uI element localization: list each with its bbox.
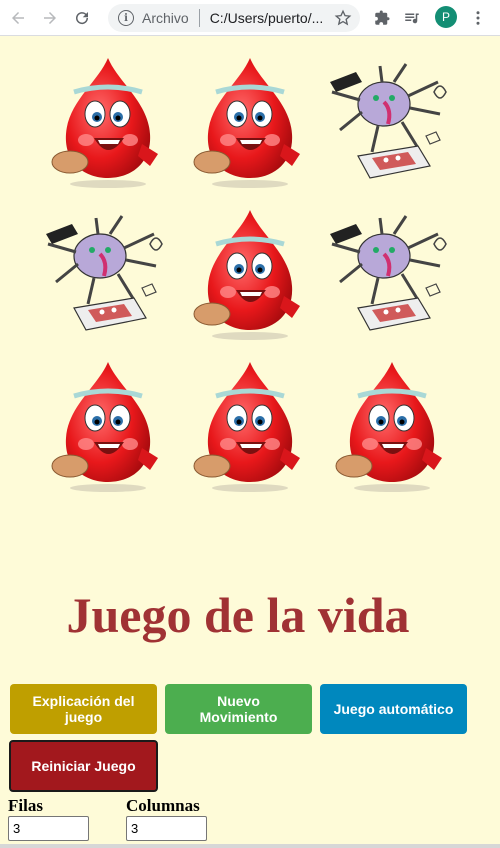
reset-game-button[interactable]: Reiniciar Juego	[9, 740, 158, 792]
columns-label: Columnas	[126, 796, 200, 815]
browser-toolbar: i Archivo C:/Users/puerto/... P	[0, 0, 500, 36]
rows-label: Filas	[8, 796, 43, 815]
omnibox-scheme-label: Archivo	[142, 10, 189, 26]
blood-drop-icon	[38, 52, 176, 192]
forward-arrow-icon[interactable]	[36, 4, 64, 32]
dead-cell[interactable]	[322, 52, 460, 192]
alive-cell[interactable]	[180, 52, 318, 192]
alive-cell[interactable]	[180, 356, 318, 496]
columns-input[interactable]	[126, 816, 207, 841]
extensions-puzzle-icon[interactable]	[372, 8, 392, 28]
rows-input[interactable]	[8, 816, 89, 841]
dead-cell[interactable]	[38, 204, 176, 344]
reload-icon[interactable]	[68, 4, 96, 32]
dead-cell[interactable]	[322, 204, 460, 344]
blood-drop-icon	[180, 204, 318, 344]
dead-virus-icon	[44, 214, 164, 332]
horizontal-scrollbar[interactable]	[0, 844, 500, 848]
page-title: Juego de la vida	[66, 587, 410, 643]
blood-drop-icon	[322, 356, 460, 496]
alive-cell[interactable]	[180, 204, 318, 344]
blood-drop-icon	[180, 52, 318, 192]
explain-game-button[interactable]: Explicación del juego	[10, 684, 157, 734]
blood-drop-icon	[38, 356, 176, 496]
profile-avatar[interactable]: P	[435, 6, 457, 28]
dead-virus-icon	[328, 214, 448, 332]
blood-drop-icon	[180, 356, 318, 496]
more-menu-icon[interactable]	[468, 8, 488, 28]
auto-play-button[interactable]: Juego automático	[320, 684, 467, 734]
address-bar[interactable]: i Archivo C:/Users/puerto/...	[108, 4, 360, 32]
alive-cell[interactable]	[322, 356, 460, 496]
media-queue-icon[interactable]	[402, 8, 422, 28]
bookmark-star-icon[interactable]	[334, 9, 352, 27]
omnibox-divider	[198, 9, 200, 27]
back-arrow-icon[interactable]	[4, 4, 32, 32]
dead-virus-icon	[328, 62, 448, 180]
omnibox-url[interactable]: C:/Users/puerto/...	[210, 10, 340, 26]
new-move-button[interactable]: Nuevo Movimiento	[165, 684, 312, 734]
alive-cell[interactable]	[38, 356, 176, 496]
info-icon[interactable]: i	[118, 10, 134, 26]
alive-cell[interactable]	[38, 52, 176, 192]
